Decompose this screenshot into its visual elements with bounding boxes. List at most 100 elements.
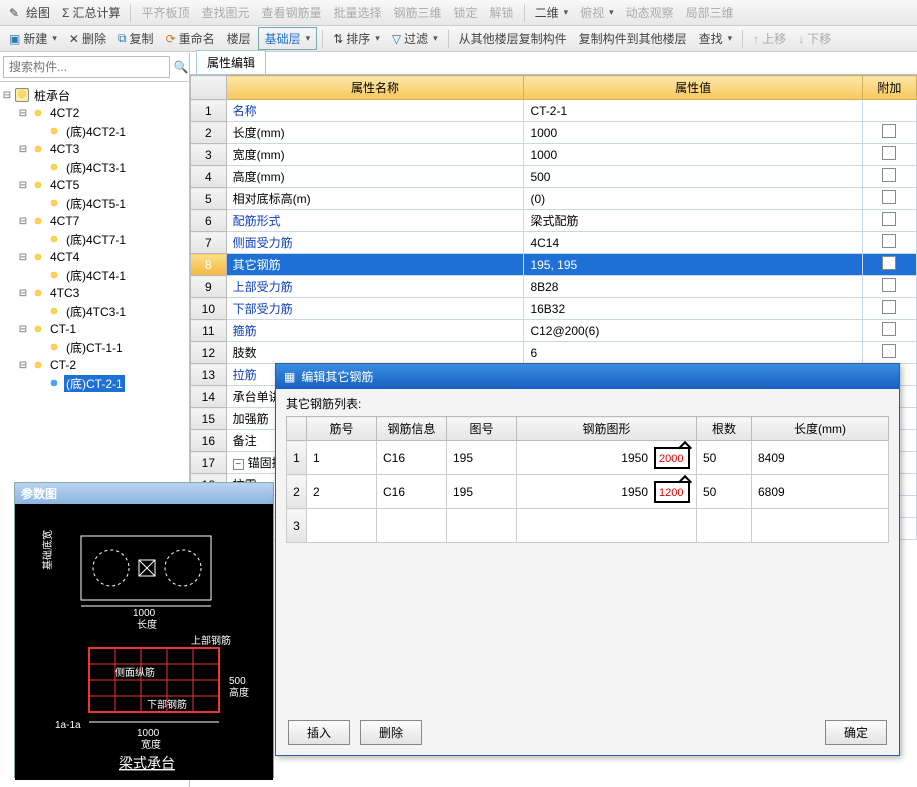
prop-value[interactable]: C12@200(6)	[524, 320, 862, 342]
prop-extra[interactable]	[862, 232, 916, 254]
property-row[interactable]: 3 宽度(mm) 1000	[191, 144, 917, 166]
rebar-3d-button[interactable]: 钢筋三维	[389, 2, 447, 23]
tree-toggle-icon[interactable]: ⊟	[18, 216, 28, 227]
checkbox[interactable]	[882, 234, 896, 248]
search-button[interactable]: 🔍	[173, 53, 189, 81]
copy-button[interactable]: ⧉ 复制	[113, 28, 159, 49]
prop-extra[interactable]	[862, 342, 916, 364]
dialog-delete-button[interactable]: 删除	[360, 720, 422, 745]
copy-to-other-button[interactable]: 复制构件到其他楼层	[574, 28, 692, 49]
prop-extra[interactable]	[862, 166, 916, 188]
prop-extra[interactable]	[862, 298, 916, 320]
new-button[interactable]: ▣ 新建	[4, 28, 62, 49]
checkbox[interactable]	[882, 300, 896, 314]
floor-select[interactable]: 基础层	[258, 27, 318, 50]
tree-item[interactable]: (底)4TC3-1	[2, 302, 187, 320]
tree-item[interactable]: (底)4CT5-1	[2, 194, 187, 212]
qty-cell[interactable]: 50	[697, 441, 752, 475]
tree-toggle-icon[interactable]: ⊟	[18, 324, 28, 335]
dyn-view-button[interactable]: 动态观察	[621, 2, 679, 23]
tree-item[interactable]: (底)CT-1-1	[2, 338, 187, 356]
qty-cell[interactable]: 50	[697, 475, 752, 509]
prop-value[interactable]: 1000	[524, 144, 862, 166]
tree-item[interactable]: (底)4CT3-1	[2, 158, 187, 176]
collapse-icon[interactable]: −	[233, 459, 244, 470]
property-row[interactable]: 12 肢数 6	[191, 342, 917, 364]
delete-button[interactable]: ✕ 删除	[64, 28, 111, 49]
tree-item[interactable]: (底)CT-2-1	[2, 374, 187, 392]
prop-value[interactable]: 6	[524, 342, 862, 364]
shape-cell[interactable]: 19502000	[517, 441, 697, 475]
tree-toggle-icon[interactable]: ⊟	[18, 360, 28, 371]
prop-extra[interactable]	[862, 254, 916, 276]
rebar-no-cell[interactable]: 1	[307, 441, 377, 475]
2d-dropdown[interactable]: 二维	[530, 2, 574, 23]
checkbox[interactable]	[882, 146, 896, 160]
property-row[interactable]: 1 名称 CT-2-1	[191, 100, 917, 122]
prop-extra[interactable]	[862, 100, 916, 122]
move-down-button[interactable]: ↓ 下移	[793, 28, 836, 49]
lock-button[interactable]: 锁定	[449, 2, 483, 23]
draw-button[interactable]: ✎绘图	[4, 2, 55, 23]
checkbox[interactable]	[882, 124, 896, 138]
checkbox[interactable]	[882, 168, 896, 182]
property-row[interactable]: 9 上部受力筋 8B28	[191, 276, 917, 298]
property-row[interactable]: 5 相对底标高(m) (0)	[191, 188, 917, 210]
find-button[interactable]: 查找	[694, 28, 738, 49]
tree-toggle-icon[interactable]: ⊟	[18, 288, 28, 299]
checkbox[interactable]	[882, 278, 896, 292]
prop-value[interactable]: 4C14	[524, 232, 862, 254]
tree-item[interactable]: (底)4CT7-1	[2, 230, 187, 248]
tree-item[interactable]: ⊟桩承台	[2, 86, 187, 104]
look-down-button[interactable]: 俯视	[575, 2, 619, 23]
find-entity-button[interactable]: 查找图元	[196, 2, 254, 23]
local-3d-button[interactable]: 局部三维	[681, 2, 739, 23]
tree-toggle-icon[interactable]: ⊟	[18, 108, 28, 119]
rebar-row[interactable]: 2 2 C16 195 19501200 50 6809	[287, 475, 889, 509]
tree-toggle-icon[interactable]: ⊟	[18, 252, 28, 263]
tree-item[interactable]: ⊟4CT2	[2, 104, 187, 122]
property-row[interactable]: 6 配筋形式 梁式配筋	[191, 210, 917, 232]
checkbox[interactable]	[882, 212, 896, 226]
prop-extra[interactable]	[862, 122, 916, 144]
property-row[interactable]: 11 箍筋 C12@200(6)	[191, 320, 917, 342]
flat-top-button[interactable]: 平齐板顶	[136, 2, 194, 23]
view-rebar-qty-button[interactable]: 查看钢筋量	[256, 2, 326, 23]
prop-value[interactable]: 1000	[524, 122, 862, 144]
len-cell[interactable]: 6809	[752, 475, 889, 509]
tree-item[interactable]: ⊟CT-2	[2, 356, 187, 374]
tree-item[interactable]: ⊟CT-1	[2, 320, 187, 338]
rebar-row[interactable]: 3	[287, 509, 889, 543]
prop-value[interactable]: 8B28	[524, 276, 862, 298]
batch-select-button[interactable]: 批量选择	[329, 2, 387, 23]
move-up-button[interactable]: ↑ 上移	[748, 28, 791, 49]
draw-no-cell[interactable]: 195	[447, 441, 517, 475]
dialog-titlebar[interactable]: ▦ 编辑其它钢筋	[276, 364, 899, 389]
property-row[interactable]: 7 侧面受力筋 4C14	[191, 232, 917, 254]
draw-no-cell[interactable]: 195	[447, 475, 517, 509]
unlock-button[interactable]: 解锁	[485, 2, 519, 23]
property-row[interactable]: 4 高度(mm) 500	[191, 166, 917, 188]
copy-from-other-button[interactable]: 从其他楼层复制构件	[454, 28, 572, 49]
tree-toggle-icon[interactable]: ⊟	[18, 144, 28, 155]
checkbox[interactable]	[882, 322, 896, 336]
tab-property-edit[interactable]: 属性编辑	[196, 50, 266, 74]
prop-value[interactable]: (0)	[524, 188, 862, 210]
filter-button[interactable]: ▽ 过滤	[387, 28, 443, 49]
search-input[interactable]	[3, 56, 170, 78]
rename-button[interactable]: ⟳ 重命名	[161, 28, 220, 49]
checkbox[interactable]	[882, 344, 896, 358]
prop-extra[interactable]	[862, 144, 916, 166]
len-cell[interactable]: 8409	[752, 441, 889, 475]
shape-cell[interactable]: 19501200	[517, 475, 697, 509]
prop-value[interactable]: 500	[524, 166, 862, 188]
checkbox[interactable]	[882, 256, 896, 270]
prop-value[interactable]: 梁式配筋	[524, 210, 862, 232]
prop-value[interactable]: 16B32	[524, 298, 862, 320]
property-row[interactable]: 8 其它钢筋 195, 195	[191, 254, 917, 276]
rebar-no-cell[interactable]: 2	[307, 475, 377, 509]
tree-toggle-icon[interactable]: ⊟	[2, 90, 12, 101]
tree-item[interactable]: (底)4CT4-1	[2, 266, 187, 284]
property-row[interactable]: 10 下部受力筋 16B32	[191, 298, 917, 320]
tree-item[interactable]: ⊟4CT5	[2, 176, 187, 194]
